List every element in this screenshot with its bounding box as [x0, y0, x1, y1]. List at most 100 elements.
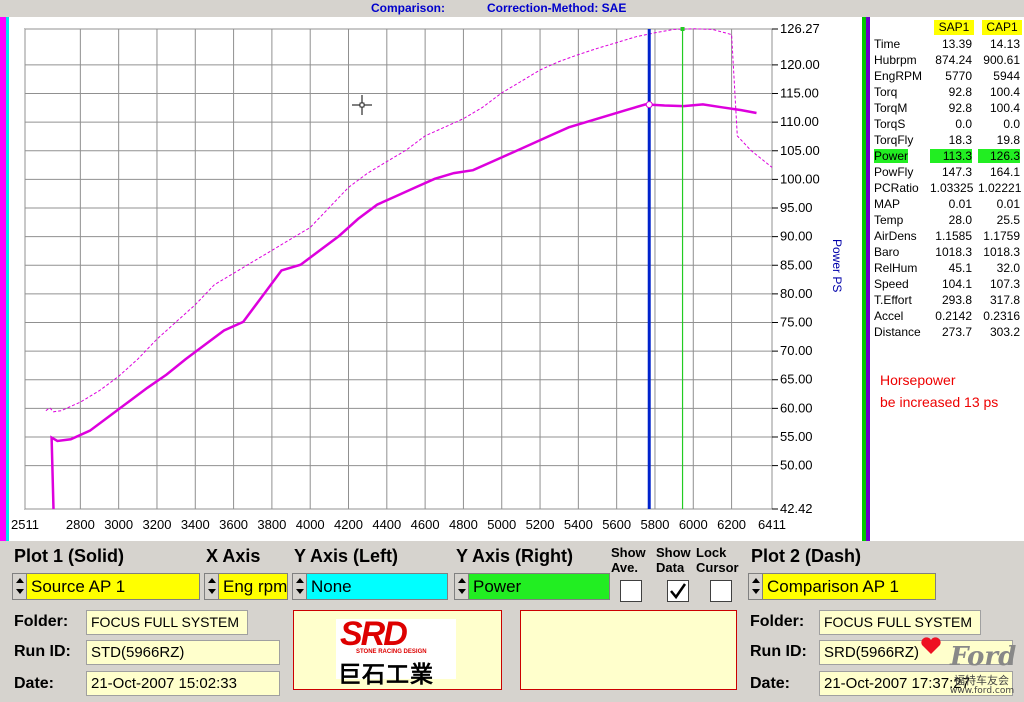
- left-date-label: Date:: [14, 675, 55, 692]
- y-tick-label: 65.00: [780, 372, 813, 387]
- yleft-select-value: None: [311, 577, 352, 596]
- y-tick-label: 105.00: [780, 143, 820, 158]
- show-data-checkbox[interactable]: [667, 580, 689, 602]
- readout-value-sap1: 45.1: [948, 261, 972, 275]
- yright-spinner-icon[interactable]: [455, 574, 469, 599]
- cursor-marker-green: [680, 27, 685, 31]
- plot2-label: Plot 2 (Dash): [751, 546, 862, 566]
- readout-value-sap1: 1.03325: [930, 181, 974, 195]
- header-sap1: SAP1: [934, 20, 974, 35]
- x-tick-label: 5400: [564, 517, 593, 532]
- readout-row-torqs: TorqS 0.0 0.0: [870, 116, 1024, 132]
- plot1-select-value: Source AP 1: [31, 577, 126, 596]
- readout-value-sap1: 13.39: [941, 37, 972, 51]
- readout-row-distance: Distance 273.7 303.2: [870, 324, 1024, 340]
- yright-select[interactable]: Power: [454, 573, 610, 600]
- plot2-select-value: Comparison AP 1: [767, 577, 899, 596]
- checkmark-icon: [670, 583, 687, 600]
- y-tick-label: 126.27: [780, 21, 820, 36]
- yright-label: Y Axis (Right): [456, 546, 574, 566]
- comment-box[interactable]: [520, 610, 737, 690]
- readout-value-sap1: 1018.3: [935, 245, 972, 259]
- y-tick-label: 55.00: [780, 429, 813, 444]
- readout-value-cap1: 32.0: [996, 261, 1020, 275]
- x-tick-label: 2511: [11, 517, 39, 532]
- right-runid-label: Run ID:: [750, 643, 807, 660]
- right-date-label: Date:: [750, 675, 791, 692]
- readout-value-cap1: 100.4: [989, 101, 1020, 115]
- xaxis-label: X Axis: [206, 546, 261, 566]
- xaxis-spinner-icon[interactable]: [205, 574, 219, 599]
- lock-cursor-label: Lock Cursor: [696, 545, 739, 575]
- x-tick-label: 6411: [758, 517, 786, 532]
- readout-value-sap1: 874.24: [935, 53, 972, 67]
- x-tick-labels: 2511 2800 3000 3200 3400 3600 3800 4000 4200 4400…: [11, 517, 786, 532]
- readout-label: TorqS: [874, 117, 906, 131]
- header-cap1: CAP1: [982, 20, 1022, 35]
- readout-value-cap1: 164.1: [989, 165, 1020, 179]
- readout-row-time: Time 13.39 14.13: [870, 36, 1024, 52]
- readout-label: Hubrpm: [874, 53, 917, 67]
- chart-svg[interactable]: 42.42 50.00 55.00 60.00 65.00 70.00 75.00 80.00…: [9, 17, 864, 541]
- xaxis-select[interactable]: Eng rpm: [204, 573, 288, 600]
- x-tick-label: 3800: [257, 517, 286, 532]
- left-date-field[interactable]: 21-Oct-2007 15:02:33: [86, 671, 280, 696]
- readout-label: TorqFly: [874, 133, 914, 147]
- readout-value-sap1: 147.3: [941, 165, 972, 179]
- chart-grid: [24, 28, 773, 510]
- readout-label: PowFly: [874, 165, 914, 179]
- readout-label: Torq: [874, 85, 898, 99]
- y-tick-label: 85.00: [780, 257, 813, 272]
- x-tick-label: 4600: [411, 517, 440, 532]
- readout-value-cap1: 1018.3: [983, 245, 1020, 259]
- title-bar: Comparison: Correction-Method: SAE: [0, 0, 1024, 17]
- readout-value-sap1: 273.7: [941, 325, 972, 339]
- readout-value-cap1: 317.8: [989, 293, 1020, 307]
- readout-label: Baro: [874, 245, 900, 259]
- xaxis-select-value: Eng rpm: [223, 577, 288, 596]
- readout-label: EngRPM: [874, 69, 923, 83]
- readout-value-cap1: 303.2: [989, 325, 1020, 339]
- x-tick-label: 6200: [717, 517, 746, 532]
- readout-row-engrpm: EngRPM 5770 5944: [870, 68, 1024, 84]
- left-runid-field[interactable]: STD(5966RZ): [86, 640, 280, 665]
- readout-value-cap1: 25.5: [996, 213, 1020, 227]
- readout-row-powfly: PowFly 147.3 164.1: [870, 164, 1024, 180]
- y-tick-label: 75.00: [780, 314, 813, 329]
- readout-label: MAP: [874, 197, 901, 211]
- y-tick-label: 60.00: [780, 400, 813, 415]
- ford-watermark-brand: Ford: [950, 642, 1017, 672]
- yleft-spinner-icon[interactable]: [293, 574, 307, 599]
- plot2-select[interactable]: Comparison AP 1: [748, 573, 936, 600]
- readout-value-sap1: 0.2142: [935, 309, 972, 323]
- ford-watermark: Ford 福特车友会 www.ford.com: [920, 636, 1020, 698]
- x-tick-label: 5600: [602, 517, 631, 532]
- readout-value-sap1: 92.8: [948, 85, 972, 99]
- readout-value-cap1: 100.4: [989, 85, 1020, 99]
- left-folder-label: Folder:: [14, 613, 69, 630]
- yleft-select[interactable]: None: [292, 573, 448, 600]
- readout-row-baro: Baro 1018.3 1018.3: [870, 244, 1024, 260]
- left-folder-field[interactable]: FOCUS FULL SYSTEM: [86, 610, 248, 635]
- readout-label: Time: [874, 37, 901, 51]
- y-tick-label: 110.00: [780, 114, 819, 129]
- power-chart[interactable]: 42.42 50.00 55.00 60.00 65.00 70.00 75.00 80.00…: [9, 17, 864, 541]
- readout-row-hubrpm: Hubrpm 874.24 900.61: [870, 52, 1024, 68]
- readout-row-relhum: RelHum 45.1 32.0: [870, 260, 1024, 276]
- readout-value-sap1: 18.3: [948, 133, 972, 147]
- srd-logo-chinese: 巨石工業: [338, 662, 434, 688]
- readout-label: PCRatio: [874, 181, 919, 195]
- plot1-select[interactable]: Source AP 1: [12, 573, 200, 600]
- readout-label: Power: [874, 149, 909, 163]
- show-ave-checkbox[interactable]: [620, 580, 642, 602]
- note-line-2: be increased 13 ps: [880, 394, 999, 410]
- readout-value-cap1: 900.61: [983, 53, 1020, 67]
- x-tick-label: 6000: [679, 517, 708, 532]
- data-readout-panel: SAP1 CAP1 Time 13.39 14.13 Hubrpm 874.24 900.…: [870, 17, 1024, 541]
- plot1-spinner-icon[interactable]: [13, 574, 27, 599]
- readout-value-sap1: 0.01: [948, 197, 972, 211]
- readout-row-temp: Temp 28.0 25.5: [870, 212, 1024, 228]
- lock-cursor-checkbox[interactable]: [710, 580, 732, 602]
- right-folder-field[interactable]: FOCUS FULL SYSTEM: [819, 610, 981, 635]
- plot2-spinner-icon[interactable]: [749, 574, 763, 599]
